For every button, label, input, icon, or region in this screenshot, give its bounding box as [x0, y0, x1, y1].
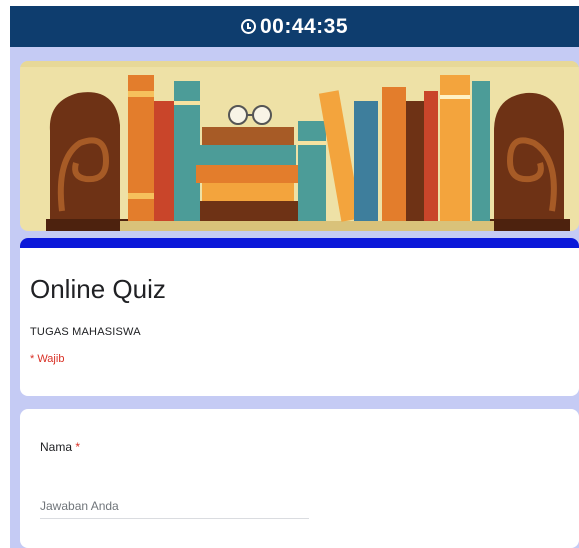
question-label: Nama *: [40, 440, 80, 454]
form-header-card: [20, 238, 579, 396]
form-description: TUGAS MAHASISWA: [30, 326, 141, 338]
header-banner-image: [20, 61, 579, 231]
form-page-background: 00:44:35 Online Quiz TUGAS MAHASISWA * W…: [10, 6, 579, 548]
timer-text: 00:44:35: [259, 14, 349, 38]
name-answer-input[interactable]: [40, 494, 309, 519]
required-note: * Wajib: [30, 353, 65, 365]
form-title: Online Quiz: [30, 274, 166, 304]
bookshelf-illustration: [20, 61, 579, 231]
question-label-text: Nama: [40, 440, 73, 454]
question-card: [20, 409, 579, 548]
timer-bar: 00:44:35: [10, 6, 579, 47]
header-accent-bar: [20, 238, 579, 248]
required-marker: *: [75, 440, 81, 454]
clock-icon: [240, 19, 256, 34]
